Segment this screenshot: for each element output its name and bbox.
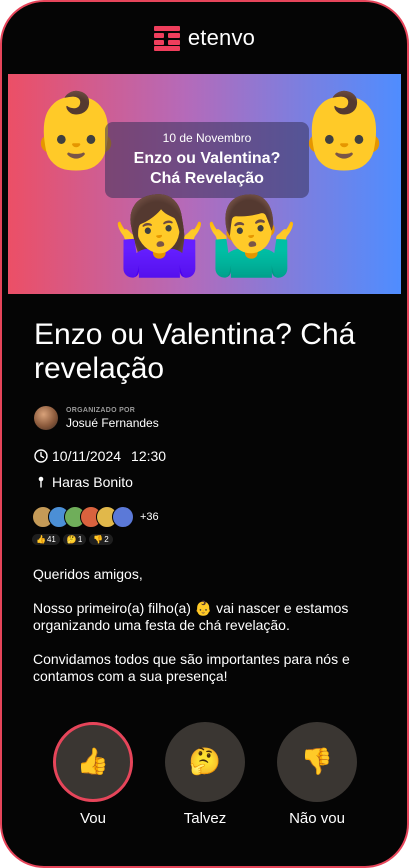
attendees-row[interactable]: +36: [32, 506, 159, 528]
organizer-label: ORGANIZADO POR: [66, 406, 136, 414]
man-shrugging-emoji: 🤷‍♂️: [204, 191, 299, 280]
banner-title: Enzo ou Valentina? Chá Revelação: [105, 149, 309, 189]
description-paragraph: Nosso primeiro(a) filho(a) 👶 vai nascer …: [33, 600, 349, 633]
event-time: 12:30: [131, 448, 167, 464]
event-datetime: 10/11/2024 12:30: [34, 448, 166, 464]
brand-name: etenvo: [187, 25, 256, 50]
baby-emoji-right: 👶: [298, 88, 391, 174]
woman-shrugging-emoji: 🤷‍♀️: [112, 191, 207, 280]
rsvp-maybe-label: Talvez: [183, 810, 227, 827]
rsvp-yes-label: Vou: [80, 810, 106, 827]
thinking-icon: 🤔: [188, 747, 222, 777]
etenvo-logo-icon: [153, 25, 180, 51]
rsvp-no-button[interactable]: 👎 Não vou: [277, 722, 357, 827]
rsvp-maybe-button[interactable]: 🤔 Talvez: [165, 722, 245, 827]
maybe-count: 1: [77, 535, 83, 544]
reaction-counts: 👍 41 🤔 1 👎 2: [32, 534, 113, 545]
event-location[interactable]: Haras Bonito: [34, 474, 133, 490]
pin-icon: [38, 476, 44, 488]
organizer[interactable]: ORGANIZADO POR Josué Fernandes: [34, 406, 159, 430]
description-paragraph: Convidamos todos que são importantes par…: [33, 651, 350, 684]
event-banner: 👶 👶 10 de Novembro Enzo ou Valentina? Ch…: [8, 74, 401, 294]
rsvp-no-label: Não vou: [289, 810, 345, 827]
thumbs-down-icon: 👎: [300, 747, 334, 777]
banner-title-line1: Enzo ou Valentina?: [133, 150, 281, 167]
yes-count-badge: 👍 41: [32, 534, 60, 545]
clock-icon: [34, 449, 48, 463]
rsvp-maybe-circle[interactable]: 🤔: [165, 722, 245, 802]
organizer-avatar: [34, 406, 58, 430]
banner-date: 10 de Novembro: [162, 131, 252, 145]
banner-title-line2: Chá Revelação: [150, 170, 264, 187]
rsvp-no-circle[interactable]: 👎: [277, 722, 357, 802]
thumbs-up-icon: 👍: [36, 535, 46, 544]
attendees-more-count: +36: [140, 511, 159, 523]
rsvp-yes-button[interactable]: 👍 Vou: [53, 722, 133, 827]
phone-frame: etenvo 👶 👶 10 de Novembro Enzo ou Valent…: [0, 0, 409, 868]
maybe-count-badge: 🤔 1: [62, 534, 87, 545]
event-title: Enzo ou Valentina? Chá revelação: [34, 318, 356, 385]
thinking-icon: 🤔: [66, 535, 77, 544]
description-paragraph: Queridos amigos,: [33, 566, 143, 582]
yes-count: 41: [46, 535, 56, 544]
app-header: etenvo: [2, 2, 407, 74]
location-name: Haras Bonito: [52, 474, 133, 490]
rsvp-yes-circle[interactable]: 👍: [53, 722, 133, 802]
banner-card: 10 de Novembro Enzo ou Valentina? Chá Re…: [105, 122, 309, 198]
no-count: 2: [104, 535, 109, 544]
attendee-avatar: [112, 506, 134, 528]
event-description: Queridos amigos, Nosso primeiro(a) filho…: [33, 566, 378, 702]
organizer-name: Josué Fernandes: [66, 415, 159, 430]
event-date: 10/11/2024: [52, 448, 122, 464]
thumbs-up-icon: 👍: [76, 747, 110, 777]
thumbs-down-icon: 👎: [93, 535, 104, 544]
no-count-badge: 👎 2: [89, 534, 113, 545]
